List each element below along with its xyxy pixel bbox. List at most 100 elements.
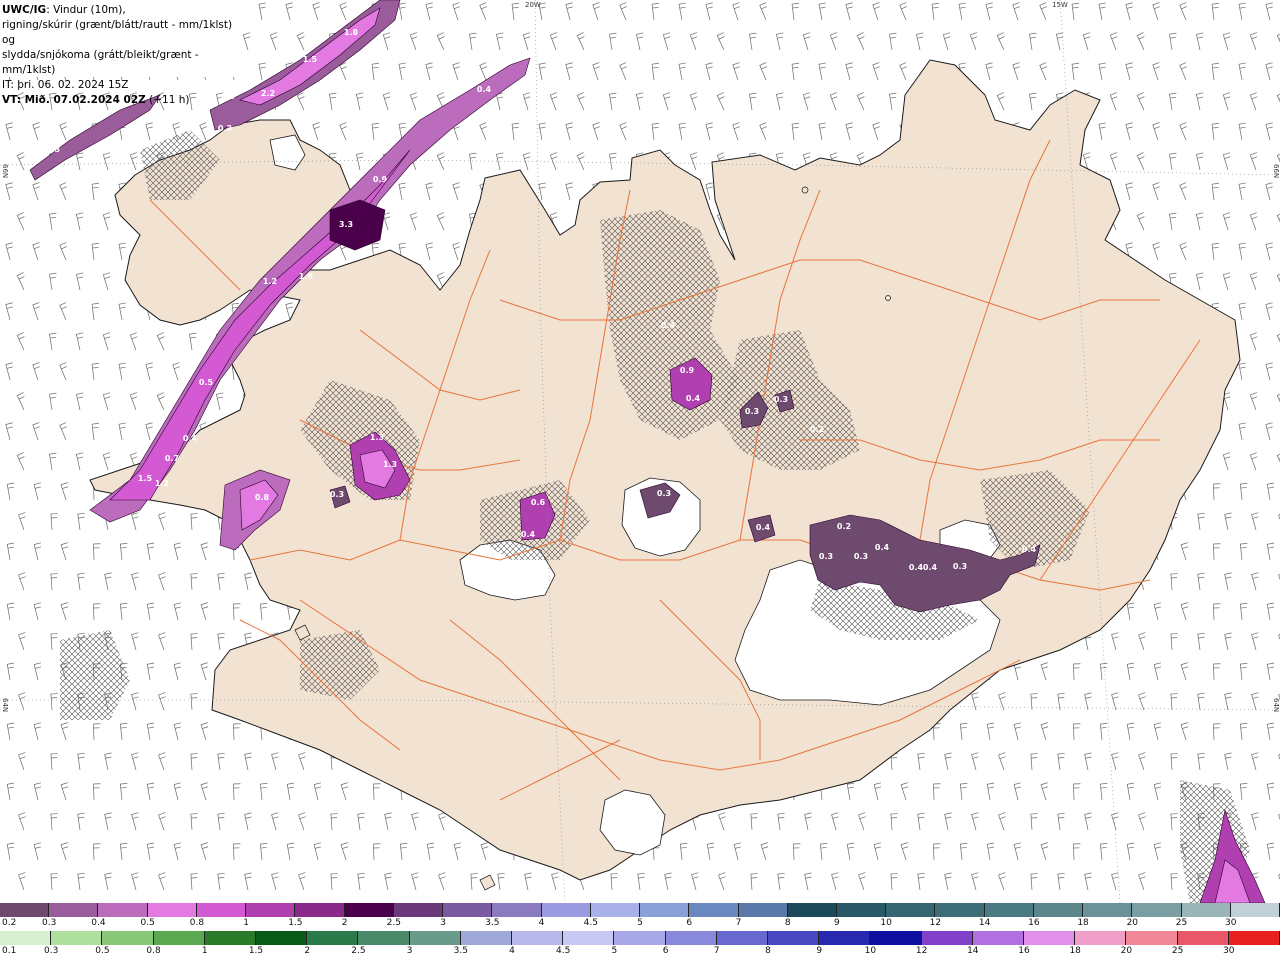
wind-barb (1213, 603, 1221, 621)
wind-barb (119, 783, 128, 801)
precip-value: 0.4 (686, 394, 701, 403)
wind-barb (33, 722, 42, 741)
wind-barb (33, 602, 42, 621)
legend-swatch (98, 903, 148, 917)
wind-barb (200, 602, 209, 621)
wind-barb (1126, 662, 1135, 681)
wind-barb (102, 272, 111, 291)
wind-barb (50, 813, 58, 831)
wind-barb (438, 812, 446, 831)
wind-barb (1111, 812, 1119, 831)
wind-barb (1153, 602, 1162, 621)
wind-barb (750, 873, 758, 891)
wind-barb (793, 843, 801, 861)
wind-barb (425, 62, 433, 81)
legend-label: 9 (834, 918, 840, 928)
wind-barb (856, 92, 865, 111)
valid-time: VT: Mið. 07.02.2024 02Z (2, 94, 146, 106)
wind-barb (158, 872, 166, 891)
legend-label: 20 (1120, 946, 1133, 956)
wind-barb (971, 872, 979, 891)
wind-barb (453, 842, 462, 861)
legend-label: 10 (880, 918, 892, 928)
legend-label: 5 (637, 918, 643, 928)
wind-barb (565, 62, 573, 81)
wind-barb (313, 782, 322, 801)
wind-barb (1265, 242, 1273, 261)
wind-barb (371, 62, 380, 81)
legend-swatch (492, 903, 542, 917)
wind-barb (1073, 723, 1081, 741)
wind-barb (678, 122, 686, 141)
wind-barb (286, 782, 295, 801)
wind-barb (858, 872, 866, 891)
wind-barb (296, 92, 305, 111)
wind-barb (1138, 692, 1146, 711)
wind-barb (592, 2, 600, 21)
legend-swatch (665, 931, 717, 945)
wind-barb (60, 602, 69, 621)
wind-barb (59, 122, 67, 141)
wind-barb (651, 2, 660, 21)
legend-swatch (344, 903, 394, 917)
wind-barb (1238, 422, 1246, 441)
precip-value: 0.3 (330, 490, 344, 499)
wind-barb (5, 362, 13, 381)
wind-barb (689, 152, 698, 171)
wind-barb (16, 272, 25, 291)
wind-barb (399, 843, 408, 861)
wind-barb (495, 32, 504, 51)
legend-swatch (1075, 931, 1127, 945)
wind-barb (565, 182, 573, 201)
wind-barb (199, 122, 207, 141)
legend-label: 12 (915, 946, 928, 956)
wind-barb (190, 513, 198, 531)
wind-barb (1039, 62, 1047, 81)
wind-barb (330, 873, 338, 891)
wind-barb (1099, 783, 1108, 801)
legend-label: 18 (1077, 918, 1089, 928)
wind-barb (93, 543, 101, 561)
wind-barb (129, 332, 138, 351)
wind-barb (16, 392, 25, 411)
precip-value: 0.3 (854, 552, 868, 561)
wind-barb (91, 362, 100, 381)
legend-swatch (295, 903, 345, 917)
precip-value: 0.4 (756, 523, 771, 532)
wind-barb (190, 873, 198, 891)
legend-label: 0.3 (44, 946, 59, 956)
wind-barb (129, 392, 138, 411)
legend-swatch (590, 903, 641, 917)
wind-barb (1224, 752, 1232, 771)
wind-barb (426, 842, 435, 861)
wind-barb (119, 543, 128, 561)
legend-label: 2 (341, 918, 348, 928)
wind-barb (102, 212, 111, 231)
precip-value: 0.4 (521, 530, 536, 539)
wind-barb (1057, 752, 1065, 771)
wind-barb (384, 872, 392, 891)
wind-barb (146, 602, 155, 621)
wind-barb (565, 2, 573, 21)
wind-barb (18, 692, 26, 711)
wind-barb (425, 242, 433, 261)
precip-value: 1.2 (155, 479, 169, 488)
wind-barb (190, 813, 198, 831)
legend-label: 9 (816, 946, 823, 956)
wind-barb (5, 302, 13, 321)
wind-barb (438, 872, 446, 891)
wind-barb (18, 512, 26, 531)
wind-barb (1138, 632, 1146, 651)
wind-barb (1180, 602, 1189, 621)
forecast-map[interactable]: 1.8 1.5 2.2 0.3 0.3 0.4 0.3 0.9 3.3 1.6 1.2 0.5 0.4 0… (0, 0, 1280, 903)
wind-barb (452, 182, 460, 201)
legend-swatch (738, 903, 788, 917)
wind-barb (104, 872, 112, 891)
wind-barb (917, 872, 925, 891)
wind-barb (1238, 2, 1246, 21)
wind-barb (1238, 242, 1246, 261)
wind-barb (244, 752, 252, 771)
wind-barb (1099, 723, 1108, 741)
wind-barb (173, 542, 182, 561)
wind-barb (18, 632, 26, 651)
